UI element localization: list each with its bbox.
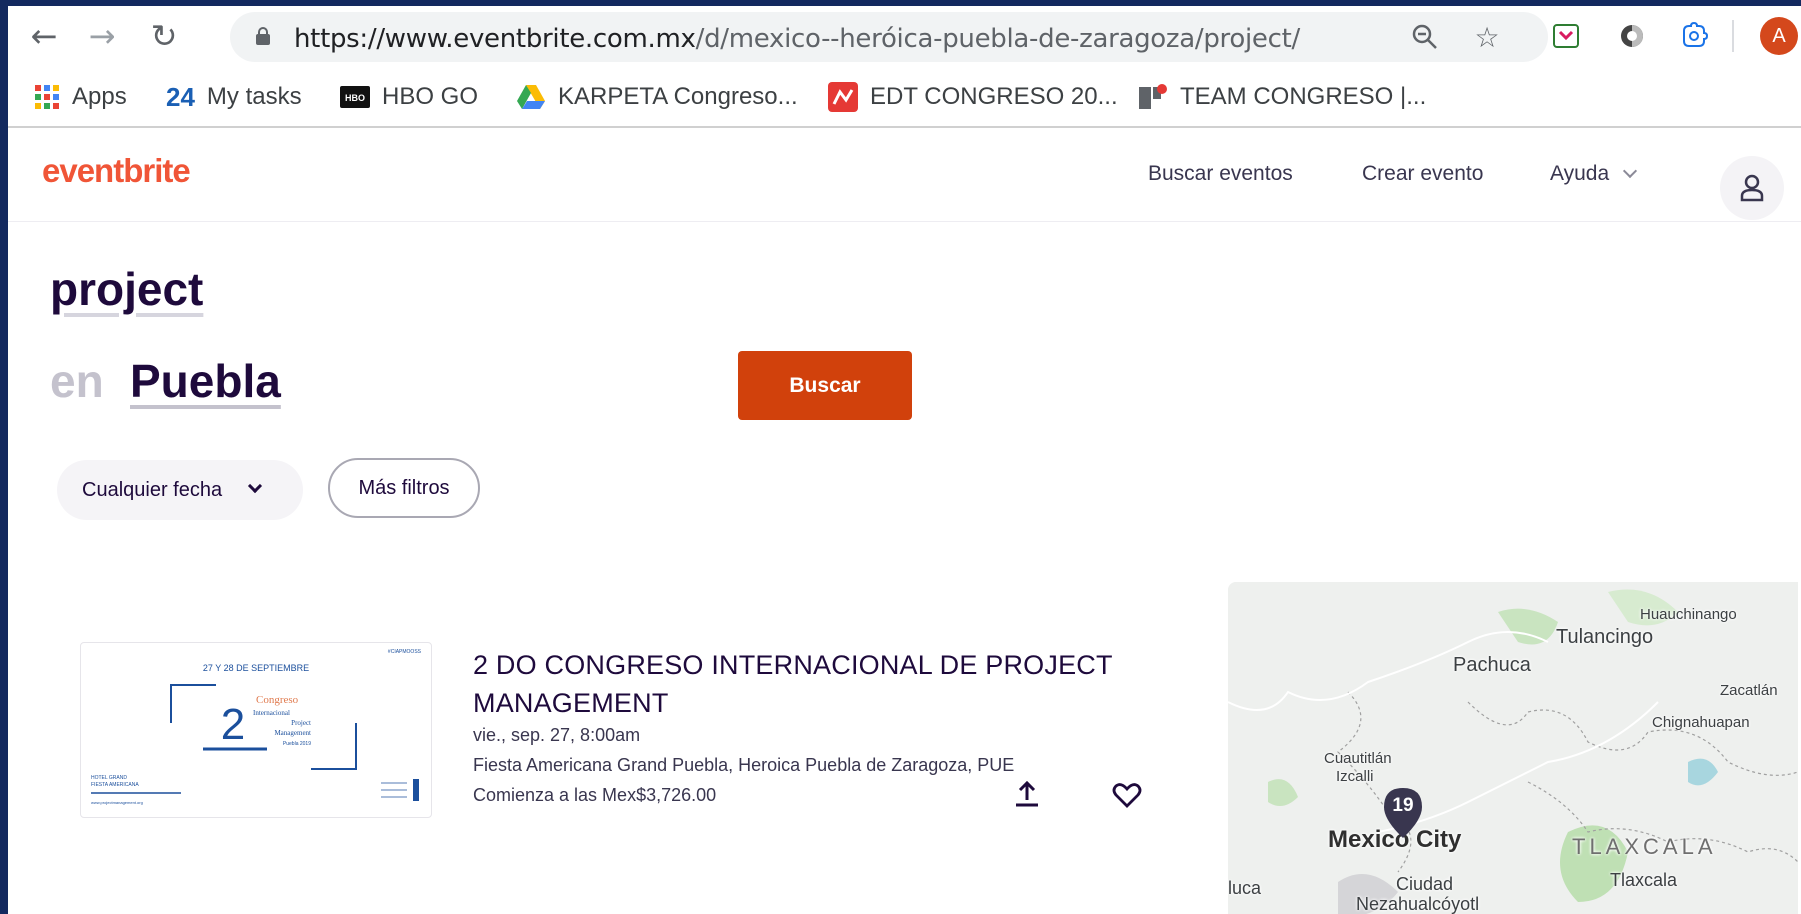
heart-icon[interactable] xyxy=(1110,778,1144,812)
hbo-icon: HBO xyxy=(340,86,370,108)
thumb-dates: 27 Y 28 DE SEPTIEMBRE xyxy=(203,663,309,673)
nav-help[interactable]: Ayuda xyxy=(1550,162,1638,186)
nav-help-label: Ayuda xyxy=(1550,162,1610,185)
chevron-down-icon xyxy=(1623,163,1638,179)
search-location-input[interactable]: Puebla xyxy=(130,354,281,408)
browser-toolbar: ← → ↻ https://www.eventbrite.com.mx/d/me… xyxy=(8,6,1801,68)
map-label: Tlaxcala xyxy=(1610,870,1678,890)
bookmark-hbo-go[interactable]: HBO HBO GO xyxy=(340,80,478,114)
bookmark-label: TEAM CONGRESO |... xyxy=(1180,83,1427,110)
thumb-line2: Internacional xyxy=(253,709,290,717)
thumb-number: 2 xyxy=(221,700,245,749)
bookmark-my-tasks[interactable]: 24 My tasks xyxy=(166,80,302,114)
map-label: Tulancingo xyxy=(1556,626,1654,648)
address-bar[interactable]: https://www.eventbrite.com.mx/d/mexico--… xyxy=(230,12,1548,62)
map-label: Cuautitlán xyxy=(1324,750,1392,767)
site-header: eventbrite Buscar eventos Crear evento A… xyxy=(8,128,1801,222)
event-price: Comienza a las Mex$3,726.00 xyxy=(473,785,717,805)
map-label: Izcalli xyxy=(1336,768,1374,785)
search-query-input[interactable]: project xyxy=(50,262,203,316)
bookmark-label: My tasks xyxy=(206,83,302,110)
search-button[interactable]: Buscar xyxy=(738,351,912,420)
edt-icon xyxy=(828,82,858,112)
chevron-down-icon xyxy=(248,478,263,494)
tasks-icon: 24 xyxy=(166,81,195,112)
bookmark-team-congreso[interactable]: TEAM CONGRESO |... xyxy=(1138,80,1426,114)
thumb-hashtag: #CIAPMOOSS xyxy=(388,649,422,655)
nav-create-event[interactable]: Crear evento xyxy=(1362,162,1483,186)
pocket-extension-icon[interactable] xyxy=(1550,20,1582,52)
date-filter-label: Cualquier fecha xyxy=(82,478,223,501)
bookmark-star-icon[interactable]: ☆ xyxy=(1470,20,1504,54)
map-label: Pachuca xyxy=(1453,654,1531,676)
back-arrow-icon[interactable]: ← xyxy=(24,16,64,56)
bookmark-apps[interactable]: Apps xyxy=(34,80,127,114)
reload-icon[interactable]: ↻ xyxy=(144,16,184,56)
zoom-out-icon[interactable] xyxy=(1408,20,1442,54)
map-label: Zacatlán xyxy=(1720,682,1778,699)
url-text[interactable]: https://www.eventbrite.com.mx/d/mexico--… xyxy=(294,24,1300,54)
trello-icon xyxy=(1138,83,1168,111)
date-filter-dropdown[interactable]: Cualquier fecha xyxy=(57,460,303,520)
puzzle-extension-icon[interactable] xyxy=(1678,20,1710,52)
extension-circle-icon[interactable] xyxy=(1616,20,1648,52)
bookmarks-bar: Apps 24 My tasks HBO HBO GO KARPETA Cong… xyxy=(8,68,1801,128)
map-label: luca xyxy=(1228,878,1262,898)
event-date: vie., sep. 27, 8:00am xyxy=(473,725,641,745)
map-label: Ciudad xyxy=(1396,874,1454,894)
bookmark-edt-congreso[interactable]: EDT CONGRESO 20... xyxy=(828,80,1118,114)
bookmark-karpeta[interactable]: KARPETA Congreso... xyxy=(516,80,798,114)
map-cluster-count: 19 xyxy=(1392,795,1414,816)
eventbrite-logo[interactable]: eventbrite xyxy=(42,152,191,190)
lock-icon xyxy=(256,27,270,45)
event-venue: Fiesta Americana Grand Puebla, Heroica P… xyxy=(473,755,1015,775)
user-account-button[interactable] xyxy=(1720,156,1784,220)
search-location-prefix: en xyxy=(50,355,104,407)
thumb-venue1: HOTEL GRAND xyxy=(91,775,127,781)
apps-grid-icon xyxy=(34,84,60,110)
events-map[interactable]: Huauchinango Tulancingo Pachuca Zacatlán… xyxy=(1228,582,1798,914)
forward-arrow-icon[interactable]: → xyxy=(82,16,122,56)
thumb-venue2: FIESTA AMERICANA xyxy=(91,782,139,788)
map-label: Huauchinango xyxy=(1640,606,1737,623)
map-label: Nezahualcóyotl xyxy=(1356,894,1480,914)
event-title[interactable]: 2 DO CONGRESO INTERNACIONAL DE PROJECT M… xyxy=(473,646,1173,722)
toolbar-divider xyxy=(1732,20,1734,52)
thumb-site: www.projectmanagement.org xyxy=(91,800,143,805)
map-label: Chignahuapan xyxy=(1652,714,1750,731)
svg-text:HBO: HBO xyxy=(345,93,365,103)
bookmark-label: EDT CONGRESO 20... xyxy=(870,83,1118,110)
thumb-line3: Project xyxy=(291,719,311,727)
google-drive-icon xyxy=(516,84,546,110)
profile-avatar[interactable]: A xyxy=(1760,17,1798,55)
more-filters-button[interactable]: Más filtros xyxy=(328,458,480,518)
share-icon[interactable] xyxy=(1010,778,1044,812)
bookmark-label: Apps xyxy=(72,83,127,110)
bookmark-label: HBO GO xyxy=(382,83,479,110)
bookmark-label: KARPETA Congreso... xyxy=(558,83,798,110)
thumb-line1: Congreso xyxy=(256,694,299,706)
map-label: TLAXCALA xyxy=(1572,834,1717,859)
nav-find-events[interactable]: Buscar eventos xyxy=(1148,162,1293,186)
thumb-line4: Management xyxy=(274,729,311,737)
thumb-line5: Puebla 2019 xyxy=(283,741,311,747)
event-thumbnail[interactable]: 27 Y 28 DE SEPTIEMBRE #CIAPMOOSS 2 Congr… xyxy=(80,642,432,818)
user-icon xyxy=(1740,174,1764,202)
